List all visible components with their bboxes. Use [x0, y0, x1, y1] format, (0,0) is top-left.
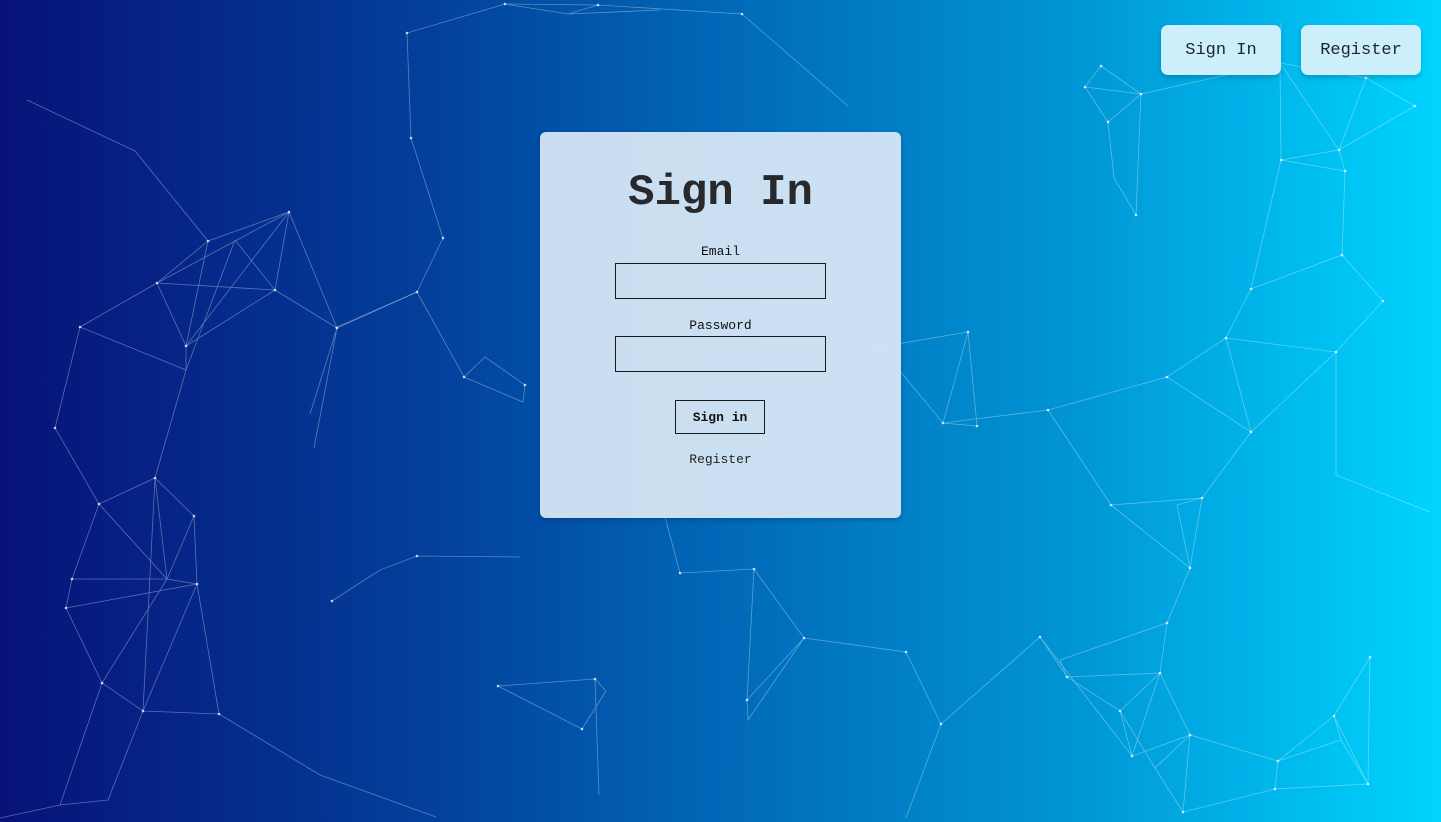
- email-label: Email: [700, 244, 740, 259]
- nav-signin-label: Sign In: [1185, 40, 1257, 60]
- signin-submit-button[interactable]: Sign in: [675, 400, 765, 434]
- page-title: Sign In: [628, 168, 813, 218]
- password-label: Password: [689, 318, 752, 333]
- signin-card: Sign In Email Password Sign in Register: [540, 132, 901, 518]
- register-link[interactable]: Register: [540, 452, 901, 467]
- nav-register-label: Register: [1320, 40, 1402, 60]
- email-field[interactable]: [615, 263, 826, 299]
- password-field[interactable]: [615, 336, 826, 372]
- nav-register-button[interactable]: Register: [1301, 25, 1421, 75]
- nav-signin-button[interactable]: Sign In: [1161, 25, 1281, 75]
